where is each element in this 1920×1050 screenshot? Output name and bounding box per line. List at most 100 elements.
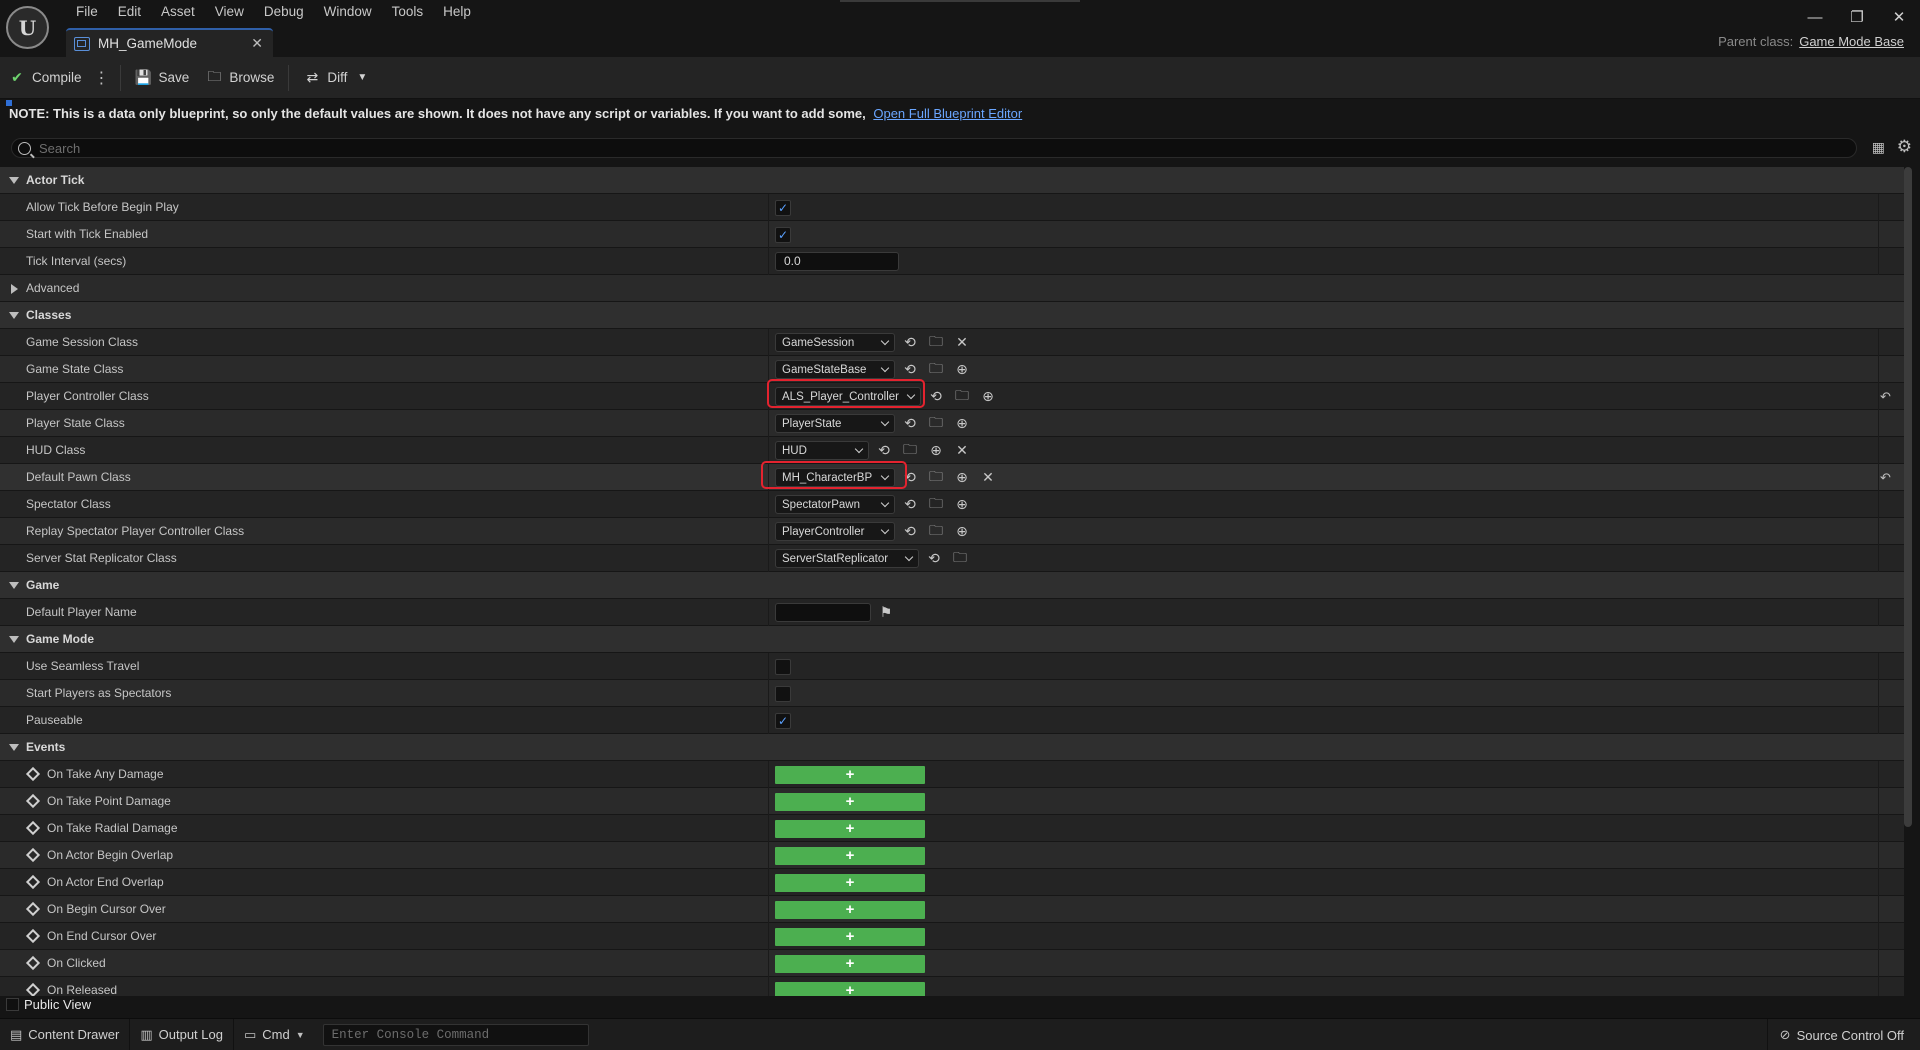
browse-asset-icon[interactable]: 🗀 — [949, 547, 971, 571]
menu-tools[interactable]: Tools — [382, 2, 434, 22]
diff-button[interactable]: ⇄ Diff ▼ — [295, 63, 379, 93]
start-spectators-checkbox[interactable] — [775, 685, 791, 702]
search-input[interactable] — [39, 140, 1819, 156]
use-selected-icon[interactable]: ⟲ — [899, 523, 921, 540]
add-event-button[interactable]: + — [775, 927, 925, 946]
use-selected-icon[interactable]: ⟲ — [873, 442, 895, 459]
use-selected-icon[interactable]: ⟲ — [899, 334, 921, 351]
collapse-arrow-icon[interactable] — [9, 582, 19, 589]
close-tab-icon[interactable]: ✕ — [251, 35, 263, 52]
pauseable-checkbox[interactable]: ✓ — [775, 712, 791, 729]
browse-asset-icon[interactable]: 🗀 — [925, 331, 947, 355]
menu-debug[interactable]: Debug — [254, 2, 314, 22]
restore-icon[interactable]: ❐ — [1836, 0, 1878, 34]
clear-icon[interactable]: ✕ — [951, 334, 973, 351]
advanced-row[interactable]: Advanced — [0, 275, 1904, 302]
use-selected-icon[interactable]: ⟲ — [899, 415, 921, 432]
gear-icon[interactable]: ⚙ — [1897, 137, 1912, 157]
menu-file[interactable]: File — [66, 2, 108, 22]
game-session-class-dropdown[interactable]: GameSession — [775, 333, 895, 352]
add-new-icon[interactable]: ⊕ — [925, 442, 947, 459]
menu-window[interactable]: Window — [314, 2, 382, 22]
browse-asset-icon[interactable]: 🗀 — [899, 439, 921, 463]
add-event-button[interactable]: + — [775, 954, 925, 973]
menu-edit[interactable]: Edit — [108, 2, 151, 22]
use-selected-icon[interactable]: ⟲ — [899, 361, 921, 378]
clear-icon[interactable]: ✕ — [951, 442, 973, 459]
public-view-checkbox[interactable] — [6, 998, 19, 1011]
use-selected-icon[interactable]: ⟲ — [925, 388, 947, 405]
scrollbar[interactable] — [1904, 167, 1912, 827]
output-log-button[interactable]: ▥ Output Log — [130, 1018, 234, 1050]
property-matrix-icon[interactable]: ▦ — [1872, 139, 1885, 156]
source-control-button[interactable]: ⊘ Source Control Off — [1766, 1019, 1920, 1050]
server-stat-class-dropdown[interactable]: ServerStatReplicator — [775, 549, 919, 568]
browse-asset-icon[interactable]: 🗀 — [951, 385, 973, 409]
browse-asset-icon[interactable]: 🗀 — [925, 412, 947, 436]
category-actor-tick[interactable]: Actor Tick — [0, 167, 1904, 194]
category-classes[interactable]: Classes — [0, 302, 1904, 329]
unreal-logo-icon[interactable]: U — [6, 6, 49, 49]
browse-asset-icon[interactable]: 🗀 — [925, 358, 947, 382]
tick-interval-field[interactable]: 0.0 — [775, 252, 899, 271]
toolbar: ✔ Compile ⋮ 💾 Save 🗀 Browse ⇄ Diff ▼ — [0, 57, 1920, 99]
browse-asset-icon[interactable]: 🗀 — [925, 466, 947, 490]
add-new-icon[interactable]: ⊕ — [951, 496, 973, 513]
collapse-arrow-icon[interactable] — [9, 312, 19, 319]
close-window-icon[interactable]: ✕ — [1878, 0, 1920, 34]
category-events[interactable]: Events — [0, 734, 1904, 761]
add-new-icon[interactable]: ⊕ — [951, 469, 973, 486]
localization-flag-icon[interactable]: ⚑ — [875, 604, 897, 621]
collapse-arrow-icon[interactable] — [9, 177, 19, 184]
compile-options-icon[interactable]: ⋮ — [90, 68, 114, 88]
save-icon: 💾 — [134, 69, 153, 85]
player-state-class-dropdown[interactable]: PlayerState — [775, 414, 895, 433]
content-drawer-button[interactable]: ▤ Content Drawer — [0, 1018, 131, 1050]
menu-view[interactable]: View — [205, 2, 254, 22]
browse-button[interactable]: 🗀 Browse — [197, 63, 282, 93]
menu-asset[interactable]: Asset — [151, 2, 205, 22]
category-game-mode[interactable]: Game Mode — [0, 626, 1904, 653]
browse-asset-icon[interactable]: 🗀 — [925, 520, 947, 544]
add-new-icon[interactable]: ⊕ — [951, 523, 973, 540]
add-event-button[interactable]: + — [775, 765, 925, 784]
collapse-arrow-icon[interactable] — [9, 744, 19, 751]
add-event-button[interactable]: + — [775, 900, 925, 919]
start-tick-checkbox[interactable]: ✓ — [775, 226, 791, 243]
reset-to-default-icon[interactable]: ↶ — [1880, 470, 1891, 486]
add-new-icon[interactable]: ⊕ — [951, 415, 973, 432]
open-full-editor-link[interactable]: Open Full Blueprint Editor — [873, 106, 1022, 121]
cmd-dropdown[interactable]: ▭ Cmd ▼ — [234, 1019, 315, 1050]
console-command-input[interactable]: Enter Console Command — [322, 1023, 589, 1046]
reset-to-default-icon[interactable]: ↶ — [1880, 389, 1891, 405]
browse-asset-icon[interactable]: 🗀 — [925, 493, 947, 517]
add-event-button[interactable]: + — [775, 792, 925, 811]
allow-tick-checkbox[interactable]: ✓ — [775, 199, 791, 216]
seamless-travel-checkbox[interactable] — [775, 658, 791, 675]
use-selected-icon[interactable]: ⟲ — [923, 550, 945, 567]
use-selected-icon[interactable]: ⟲ — [899, 496, 921, 513]
add-event-button[interactable]: + — [775, 846, 925, 865]
property-row: HUD Class HUD ⟲ 🗀 ⊕ ✕ — [0, 437, 1904, 464]
document-tab[interactable]: MH_GameMode ✕ — [66, 28, 273, 57]
category-game[interactable]: Game — [0, 572, 1904, 599]
expand-arrow-icon[interactable] — [11, 284, 18, 294]
compile-button[interactable]: ✔ Compile — [0, 63, 90, 93]
minimize-icon[interactable]: — — [1794, 0, 1836, 34]
add-event-button[interactable]: + — [775, 873, 925, 892]
add-new-icon[interactable]: ⊕ — [977, 388, 999, 405]
default-player-name-field[interactable] — [775, 603, 871, 622]
add-event-button[interactable]: + — [775, 819, 925, 838]
spectator-class-dropdown[interactable]: SpectatorPawn — [775, 495, 895, 514]
event-icon — [25, 766, 41, 782]
parent-class-link[interactable]: Game Mode Base — [1799, 34, 1904, 49]
hud-class-dropdown[interactable]: HUD — [775, 441, 869, 460]
game-state-class-dropdown[interactable]: GameStateBase — [775, 360, 895, 379]
menu-help[interactable]: Help — [433, 2, 481, 22]
save-button[interactable]: 💾 Save — [127, 63, 198, 93]
category-title: Actor Tick — [26, 173, 85, 187]
clear-icon[interactable]: ✕ — [977, 469, 999, 486]
add-new-icon[interactable]: ⊕ — [951, 361, 973, 378]
replay-spectator-class-dropdown[interactable]: PlayerController — [775, 522, 895, 541]
collapse-arrow-icon[interactable] — [9, 636, 19, 643]
